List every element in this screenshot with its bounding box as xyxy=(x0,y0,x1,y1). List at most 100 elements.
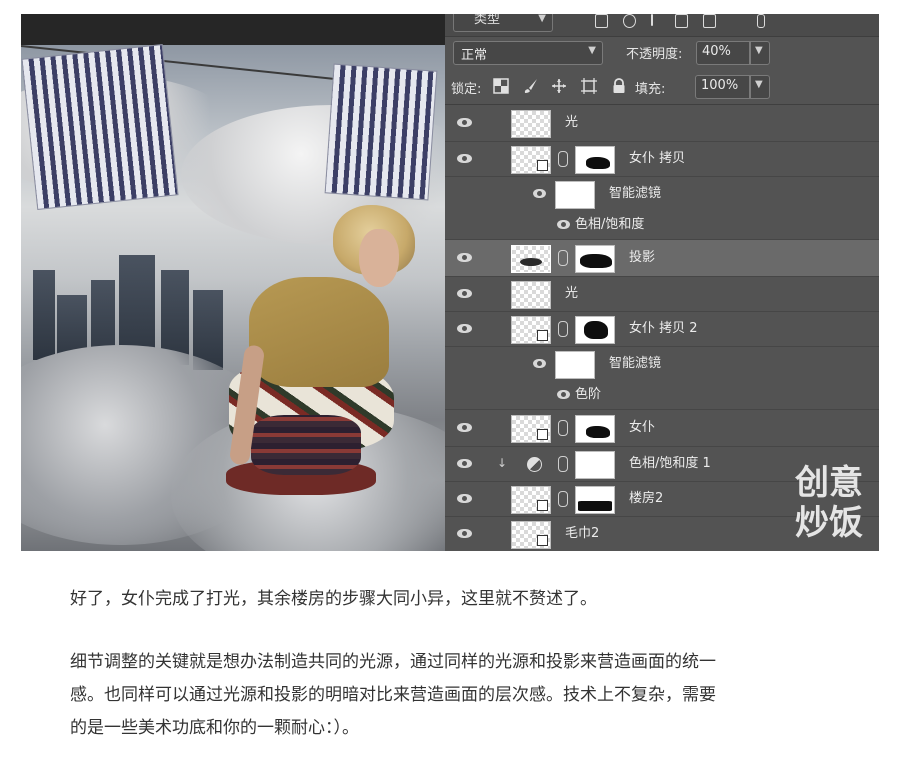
city-building xyxy=(33,270,55,360)
adjustment-filter-icon[interactable] xyxy=(623,14,636,28)
opacity-label: 不透明度: xyxy=(626,47,683,62)
link-chain-icon[interactable] xyxy=(558,420,568,436)
clipping-arrow-icon: ↓ xyxy=(497,456,508,470)
layer-filter-bar: 类型 ▼ xyxy=(445,14,879,37)
smart-filters-row[interactable]: 智能滤镜 xyxy=(445,177,879,211)
visibility-eye-icon[interactable] xyxy=(557,220,570,229)
canvas-photo xyxy=(21,14,445,551)
opacity-field[interactable]: 40% xyxy=(696,41,750,65)
type-filter-icon[interactable] xyxy=(651,14,653,26)
layer-row-maid[interactable]: 女仆 xyxy=(445,410,879,447)
layer-mask-thumbnail[interactable] xyxy=(575,415,615,443)
layer-row-shadow[interactable]: 投影 xyxy=(445,240,879,277)
article-paragraph-2-line-2: 感。也同样可以通过光源和投影的明暗对比来营造画面的层次感。技术上不复杂，需要 xyxy=(70,685,716,705)
layer-row-maid-copy[interactable]: 女仆 拷贝 xyxy=(445,142,879,177)
chevron-down-icon: ▼ xyxy=(755,79,763,90)
layer-name: 楼房2 xyxy=(629,491,664,506)
mask-shape xyxy=(586,157,610,169)
photo-scene xyxy=(21,43,445,551)
visibility-eye-icon[interactable] xyxy=(557,390,570,399)
mask-shape xyxy=(586,426,610,438)
link-chain-icon[interactable] xyxy=(558,151,568,167)
lock-icon[interactable] xyxy=(611,78,627,94)
visibility-eye-icon[interactable] xyxy=(457,118,472,127)
smart-filter-mask-thumbnail[interactable] xyxy=(555,351,595,379)
mask-shape xyxy=(584,321,608,339)
canvas-top-bar xyxy=(21,14,445,45)
layer-name: 色阶 xyxy=(575,387,602,402)
link-chain-icon[interactable] xyxy=(558,491,568,507)
smart-object-filter-icon[interactable] xyxy=(703,14,716,28)
layer-thumbnail xyxy=(511,521,551,549)
woman-face xyxy=(359,229,399,287)
layer-thumbnail xyxy=(511,281,551,309)
brush-icon[interactable] xyxy=(523,78,539,94)
layer-name: 智能滤镜 xyxy=(609,186,662,201)
layer-row-light[interactable]: 光 xyxy=(445,105,879,142)
layer-mask-thumbnail[interactable] xyxy=(575,146,615,174)
opacity-dropdown[interactable]: ▼ xyxy=(750,41,770,65)
layer-thumbnail xyxy=(511,146,551,174)
smart-object-icon xyxy=(537,535,548,546)
lock-label: 锁定: xyxy=(451,82,482,97)
lock-row: 锁定: 填充: 100% ▼ xyxy=(445,70,879,105)
layer-thumbnail xyxy=(511,245,551,273)
visibility-eye-icon[interactable] xyxy=(457,459,472,468)
layers-panel: 类型 ▼ 正常 ▼ 不透明度: 40% ▼ 锁定: 填充: 100% ▼ 光 女… xyxy=(445,14,879,551)
visibility-eye-icon[interactable] xyxy=(457,529,472,538)
shadow-shape xyxy=(520,258,542,266)
filter-row-hue-saturation[interactable]: 色相/饱和度 xyxy=(445,211,879,240)
layer-mask-thumbnail[interactable] xyxy=(575,245,615,273)
fill-field[interactable]: 100% xyxy=(695,75,750,99)
layer-mask-thumbnail[interactable] xyxy=(575,451,615,479)
smart-object-icon xyxy=(537,330,548,341)
blend-mode-select[interactable]: 正常 ▼ xyxy=(453,41,603,65)
visibility-eye-icon[interactable] xyxy=(457,253,472,262)
article-paragraph-2-line-3: 的是一些美术功底和你的一颗耐心：）。 xyxy=(70,718,359,738)
visibility-eye-icon[interactable] xyxy=(457,289,472,298)
layer-name: 投影 xyxy=(629,250,656,265)
filter-row-levels[interactable]: 色阶 xyxy=(445,381,879,410)
artboard-icon[interactable] xyxy=(581,78,597,94)
mask-shape xyxy=(578,501,612,511)
visibility-eye-icon[interactable] xyxy=(457,494,472,503)
fill-dropdown[interactable]: ▼ xyxy=(750,75,770,99)
kind-filter-select[interactable]: 类型 ▼ xyxy=(453,14,553,32)
layer-name: 女仆 xyxy=(629,420,656,435)
visibility-eye-icon[interactable] xyxy=(457,324,472,333)
smart-filter-mask-thumbnail[interactable] xyxy=(555,181,595,209)
smart-filters-row-2[interactable]: 智能滤镜 xyxy=(445,347,879,381)
visibility-eye-icon[interactable] xyxy=(533,189,546,198)
layer-row-maid-copy-2[interactable]: 女仆 拷贝 2 xyxy=(445,312,879,347)
move-icon[interactable] xyxy=(551,78,567,94)
layer-thumbnail xyxy=(511,486,551,514)
striped-towel xyxy=(324,63,438,201)
link-chain-icon[interactable] xyxy=(558,456,568,472)
watermark-line1: 创意 xyxy=(794,463,863,503)
screenshot-figure: 类型 ▼ 正常 ▼ 不透明度: 40% ▼ 锁定: 填充: 100% ▼ 光 女… xyxy=(21,14,879,551)
link-chain-icon[interactable] xyxy=(558,321,568,337)
pixel-filter-icon[interactable] xyxy=(595,14,608,28)
layer-thumbnail xyxy=(511,415,551,443)
visibility-eye-icon[interactable] xyxy=(457,154,472,163)
layer-name: 色相/饱和度 1 xyxy=(629,456,711,471)
layer-name: 光 xyxy=(565,115,579,130)
fill-value: 100% xyxy=(701,78,739,93)
filter-toggle-icon[interactable] xyxy=(757,14,765,28)
blend-row: 正常 ▼ 不透明度: 40% ▼ xyxy=(445,37,879,67)
visibility-eye-icon[interactable] xyxy=(457,423,472,432)
article-paragraph-1: 好了，女仆完成了打光，其余楼房的步骤大同小异，这里就不赘述了。 xyxy=(70,589,597,609)
chevron-down-icon: ▼ xyxy=(755,45,763,56)
visibility-eye-icon[interactable] xyxy=(533,359,546,368)
layer-mask-thumbnail[interactable] xyxy=(575,316,615,344)
woman-body xyxy=(249,277,389,387)
shape-filter-icon[interactable] xyxy=(675,14,688,28)
layer-mask-thumbnail[interactable] xyxy=(575,486,615,514)
layer-name: 色相/饱和度 xyxy=(575,217,645,232)
layer-name: 光 xyxy=(565,286,579,301)
lock-transparent-pixels-icon[interactable] xyxy=(493,78,509,94)
layer-row-light-2[interactable]: 光 xyxy=(445,277,879,312)
chevron-down-icon: ▼ xyxy=(588,45,596,56)
link-chain-icon[interactable] xyxy=(558,250,568,266)
fill-label: 填充: xyxy=(635,82,666,97)
